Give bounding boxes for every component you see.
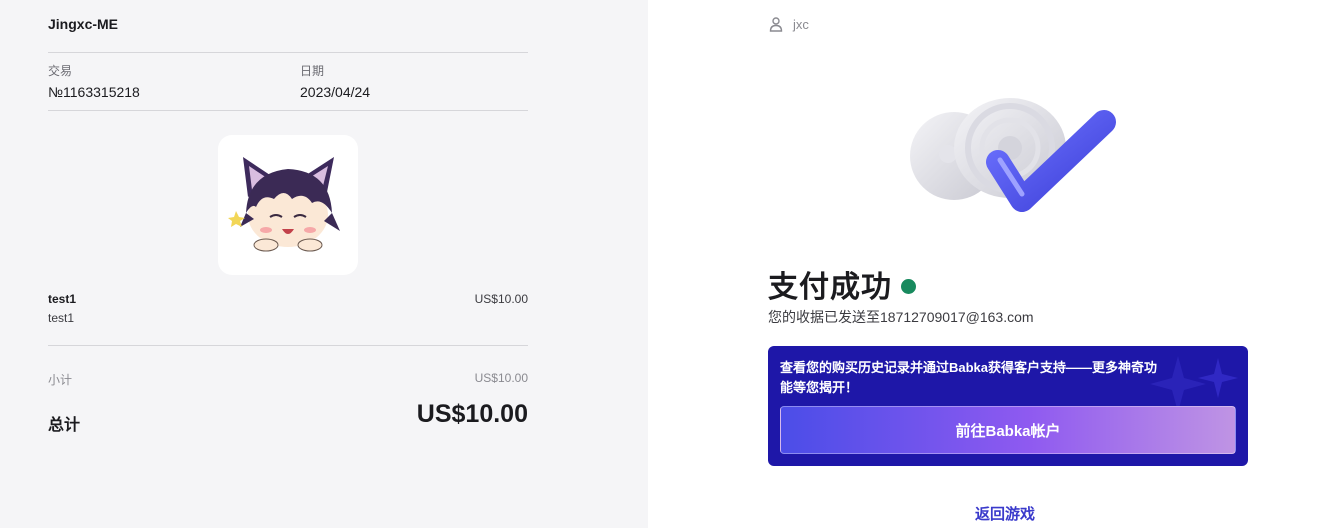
total-value: US$10.00: [416, 400, 528, 428]
success-illustration: [906, 92, 1126, 232]
status-dot: [901, 278, 916, 294]
divider: [48, 110, 528, 111]
product-image: [218, 135, 358, 275]
user-icon: [768, 16, 784, 32]
transaction-label: 交易: [48, 64, 73, 78]
date-value: 2023/04/24: [300, 84, 371, 100]
success-heading: 支付成功: [768, 262, 916, 306]
item-price: US$10.00: [474, 292, 528, 306]
item-title: test1: [48, 292, 77, 306]
username: jxc: [793, 16, 809, 32]
divider: [48, 345, 528, 346]
receipt-sent-message: 您的收据已发送至18712709017@163.com: [768, 309, 1034, 325]
total-label: 总计: [48, 417, 81, 434]
receipt-panel: Jingxc-ME 交易 №1163315218 日期 2023/04/24 t…: [0, 0, 648, 528]
account-indicator[interactable]: jxc: [768, 16, 809, 32]
promo-message: 查看您的购买历史记录并通过Babka获得客户支持——更多神奇功能等您揭开！: [780, 360, 1158, 395]
babka-account-button[interactable]: 前往Babka帐户: [780, 406, 1236, 454]
back-to-game-link[interactable]: 返回游戏: [975, 503, 1035, 524]
subtotal-label: 小计: [48, 373, 73, 387]
confirmation-panel: jxc 支付成功 您的收据已发送至18712709017@163.com 查看您…: [648, 0, 1344, 528]
transaction-number: №1163315218: [48, 84, 140, 100]
date-label: 日期: [300, 64, 325, 78]
divider: [48, 52, 528, 53]
babka-promo-card: 查看您的购买历史记录并通过Babka获得客户支持——更多神奇功能等您揭开！ 前往…: [768, 346, 1248, 466]
subtotal-value: US$10.00: [474, 371, 528, 385]
item-subtitle: test1: [48, 311, 75, 325]
success-title: 支付成功: [768, 271, 892, 304]
merchant-name: Jingxc-ME: [48, 16, 119, 32]
